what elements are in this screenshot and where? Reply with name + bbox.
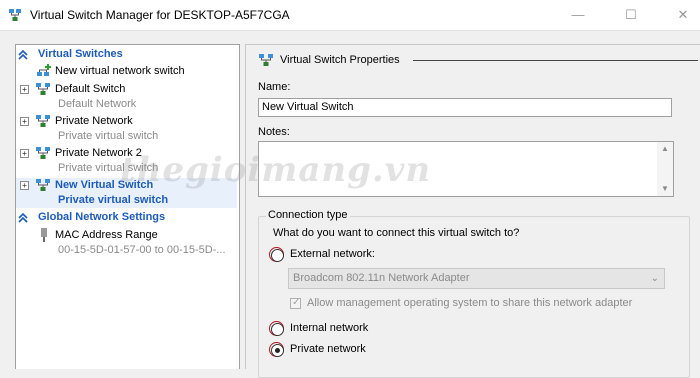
- external-network-radio[interactable]: [271, 249, 284, 262]
- tree-item-sub: Private virtual switch: [58, 130, 159, 142]
- check-icon: ✓: [292, 297, 301, 308]
- adapter-value: Broadcom 802.11n Network Adapter: [293, 272, 470, 284]
- collapse-chevron-icon[interactable]: [18, 212, 28, 224]
- notes-label: Notes:: [258, 126, 290, 138]
- network-switch-icon: [36, 83, 50, 95]
- chevron-down-icon[interactable]: ⌄: [651, 269, 659, 288]
- network-switch-icon: [36, 115, 50, 127]
- network-switch-icon: [259, 54, 273, 66]
- collapse-chevron-icon[interactable]: [18, 49, 28, 61]
- expand-icon[interactable]: +: [20, 149, 29, 158]
- tree-item-label: New virtual network switch: [55, 65, 185, 77]
- notes-scrollbar[interactable]: ▲ ▼: [657, 142, 673, 196]
- internal-network-radio[interactable]: [271, 323, 284, 336]
- allow-management-label: Allow management operating system to sha…: [307, 297, 633, 309]
- properties-title: Virtual Switch Properties: [280, 54, 400, 66]
- scroll-up-icon[interactable]: ▲: [661, 144, 669, 153]
- maximize-button[interactable]: ☐: [608, 0, 654, 30]
- add-network-icon: [37, 64, 51, 76]
- minimize-button[interactable]: —: [555, 0, 601, 30]
- new-virtual-switch-item[interactable]: New virtual network switch: [16, 64, 237, 80]
- section-label: Virtual Switches: [38, 48, 123, 60]
- name-input[interactable]: New Virtual Switch: [258, 98, 672, 117]
- tree-item-label: MAC Address Range: [55, 229, 158, 241]
- name-label: Name:: [258, 81, 291, 93]
- tree-item-sub: Private virtual switch: [58, 194, 169, 206]
- tree-item-default-switch[interactable]: + Default Switch: [16, 82, 237, 98]
- expand-icon[interactable]: +: [20, 117, 29, 126]
- private-network-radio[interactable]: [271, 344, 284, 357]
- external-network-label: External network:: [290, 248, 375, 260]
- title-bar: Virtual Switch Manager for DESKTOP-A5F7C…: [0, 0, 700, 31]
- tree-item-mac-address-range[interactable]: MAC Address Range: [16, 228, 237, 244]
- mac-plug-icon: [41, 228, 47, 242]
- watermark: thegioimang.vn: [120, 150, 432, 190]
- switch-tree: Virtual Switches New virtual network swi…: [15, 44, 240, 369]
- allow-management-checkbox[interactable]: ✓: [290, 297, 301, 309]
- properties-header: Virtual Switch Properties: [258, 53, 698, 69]
- tree-item-sub: Default Network: [58, 98, 137, 110]
- window-title: Virtual Switch Manager for DESKTOP-A5F7C…: [30, 8, 290, 22]
- tree-item-private-network[interactable]: + Private Network: [16, 114, 237, 130]
- tree-item-label: Private Network: [55, 115, 133, 127]
- radio-selected-dot: [275, 348, 280, 353]
- header-divider: [413, 60, 698, 61]
- connection-type-title: Connection type: [266, 209, 350, 221]
- connection-question: What do you want to connect this virtual…: [273, 227, 520, 239]
- internal-network-label: Internal network: [290, 322, 369, 334]
- properties-pane: Virtual Switch Properties Name: New Virt…: [245, 44, 700, 378]
- section-label: Global Network Settings: [38, 211, 166, 223]
- private-network-label: Private network: [290, 343, 366, 355]
- expand-icon[interactable]: +: [20, 85, 29, 94]
- app-network-icon: [9, 9, 21, 21]
- tree-item-label: Default Switch: [55, 83, 126, 95]
- network-adapter-select[interactable]: Broadcom 802.11n Network Adapter ⌄: [288, 268, 665, 289]
- tree-item-sub: 00-15-5D-01-57-00 to 00-15-5D-...: [58, 244, 226, 256]
- close-button[interactable]: ✕: [660, 0, 700, 30]
- network-switch-icon: [36, 179, 50, 191]
- network-switch-icon: [36, 147, 50, 159]
- scroll-down-icon[interactable]: ▼: [661, 184, 669, 193]
- expand-icon[interactable]: +: [20, 181, 29, 190]
